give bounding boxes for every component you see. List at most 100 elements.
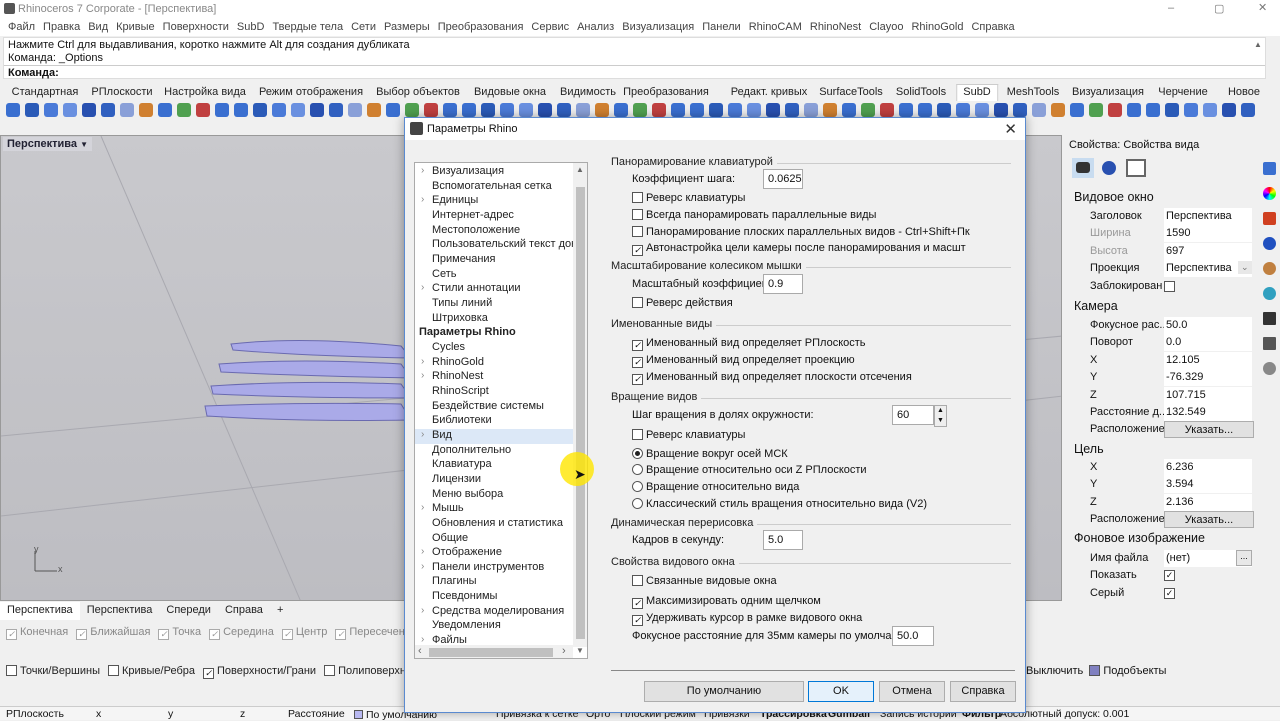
checkbox[interactable] [324, 665, 336, 676]
close-window-button[interactable]: ✕ [1258, 1, 1267, 14]
checkbox-option[interactable]: Реверс клавиатуры [632, 192, 745, 204]
toolbar-tool-icon[interactable] [652, 103, 666, 117]
toolbar-tool-icon[interactable] [614, 103, 628, 117]
toolbar-tool-icon[interactable] [842, 103, 856, 117]
toolbar-tool-icon[interactable] [329, 103, 343, 117]
radio-option[interactable]: Вращение относительно вида [632, 481, 799, 493]
menu-item[interactable]: Файл [4, 18, 39, 36]
toolbar-tab[interactable]: Режим отображения [259, 86, 363, 98]
viewport-title[interactable]: Перспектива ▼ [3, 137, 92, 151]
filter-item[interactable]: Кривые/Ребра [108, 665, 195, 679]
radio-option[interactable]: Классический стиль вращения относительно… [632, 498, 927, 510]
toolbar-tool-icon[interactable] [861, 103, 875, 117]
viewport-tab[interactable]: Спереди [159, 602, 218, 620]
toolbar-tab[interactable]: Визуализация [1072, 86, 1144, 98]
minimize-button[interactable]: – [1168, 2, 1174, 14]
browse-button[interactable]: ... [1236, 550, 1252, 566]
toolbar-tool-icon[interactable] [253, 103, 267, 117]
toolbar-tool-icon[interactable] [690, 103, 704, 117]
filter-item[interactable]: Точки/Вершины [6, 665, 100, 679]
toolbar-tool-icon[interactable] [462, 103, 476, 117]
checkbox[interactable] [632, 575, 643, 586]
toolbar-tab[interactable]: SurfaceTools [819, 86, 883, 98]
toolbar-tool-icon[interactable] [671, 103, 685, 117]
chevron-right-icon[interactable]: › [421, 634, 424, 645]
scroll-down-icon[interactable]: ▼ [576, 646, 584, 655]
toolbar-tool-icon[interactable] [1146, 103, 1160, 117]
tree-item[interactable]: Библиотеки [415, 414, 573, 429]
dropdown-arrow-icon[interactable]: ⌄ [1238, 261, 1252, 275]
toolbar-tool-icon[interactable] [1070, 103, 1084, 117]
toolbar-tab[interactable]: MeshTools [1007, 86, 1060, 98]
checkbox[interactable]: ✓ [203, 668, 214, 679]
toolbar-tool-icon[interactable] [25, 103, 39, 117]
toolbar-tool-icon[interactable] [1089, 103, 1103, 117]
toolbar-tool-icon[interactable] [747, 103, 761, 117]
menu-item[interactable]: Преобразования [434, 18, 528, 36]
toolbar-tool-icon[interactable] [1013, 103, 1027, 117]
tree-hscroll-thumb[interactable] [429, 648, 553, 657]
menu-item[interactable]: Размеры [380, 18, 434, 36]
toolbar-tab[interactable]: РПлоскости [91, 86, 152, 98]
status-cplane[interactable]: РПлоскость [6, 708, 64, 720]
osnap-item[interactable]: ✓ Центр [281, 626, 327, 640]
checkbox-option[interactable]: Всегда панорамировать параллельные виды [632, 209, 876, 221]
toolbar-tool-icon[interactable] [1127, 103, 1141, 117]
checkbox[interactable]: ✓ [281, 629, 293, 640]
osnap-item[interactable]: ✓ Середина [209, 626, 274, 640]
toolbar-tool-icon[interactable] [956, 103, 970, 117]
property-value[interactable]: 0.0 [1164, 334, 1252, 352]
property-checkbox[interactable]: ✓ [1164, 587, 1175, 599]
property-value[interactable]: 6.236 [1164, 459, 1252, 476]
rhino-tab-icon[interactable] [1263, 337, 1276, 350]
property-checkbox[interactable]: ✓ [1164, 570, 1175, 582]
toolbar-tab[interactable]: Преобразования [623, 86, 709, 98]
toolbar-tool-icon[interactable] [1032, 103, 1046, 117]
display-tab-icon[interactable] [1263, 312, 1276, 325]
toolbar-tool-icon[interactable] [785, 103, 799, 117]
radio-button[interactable] [632, 498, 643, 509]
toolbar-tab[interactable]: Видовые окна [474, 86, 546, 98]
tree-item[interactable]: › Файлы [415, 634, 573, 649]
menu-item[interactable]: Поверхности [159, 18, 233, 36]
checkbox[interactable]: ✓ [76, 629, 88, 640]
property-button[interactable]: Указать... [1164, 511, 1254, 529]
toolbar-tool-icon[interactable] [310, 103, 324, 117]
toolbar-tool-icon[interactable] [804, 103, 818, 117]
toolbar-tab[interactable]: Редакт. кривых [731, 86, 807, 98]
chevron-right-icon[interactable]: › [421, 546, 424, 557]
number-input[interactable]: 0.9 [763, 274, 803, 294]
tree-item[interactable]: › Вид [415, 428, 573, 444]
toolbar-tool-icon[interactable] [6, 103, 20, 117]
ok-button[interactable]: OK [808, 681, 874, 702]
number-input[interactable]: 0.0625 [763, 169, 803, 189]
menu-item[interactable]: Сервис [527, 18, 573, 36]
osnap-item[interactable]: ✓ Точка [158, 626, 201, 640]
toolbar-tool-icon[interactable] [139, 103, 153, 117]
menu-item[interactable]: RhinoNest [806, 18, 865, 36]
tree-item[interactable]: › Средства моделирования [415, 605, 573, 620]
toolbar-tool-icon[interactable] [1165, 103, 1179, 117]
chevron-right-icon[interactable]: › [421, 370, 424, 381]
property-value[interactable]: -76.329 [1164, 369, 1252, 387]
tree-item[interactable]: Дополнительно [415, 444, 573, 459]
checkbox[interactable]: ✓ [209, 629, 221, 640]
radio-button[interactable] [632, 448, 643, 459]
defaults-button[interactable]: По умолчанию [644, 681, 804, 702]
tree-item[interactable]: Лицензии [415, 473, 573, 488]
viewport-tab[interactable]: + [270, 602, 290, 620]
checkbox[interactable]: ✓ [632, 615, 643, 626]
toolbar-tool-icon[interactable] [82, 103, 96, 117]
chevron-right-icon[interactable]: › [421, 165, 424, 176]
checkbox[interactable] [6, 665, 17, 676]
toolbar-tab[interactable]: Выбор объектов [376, 86, 460, 98]
tree-item[interactable]: › RhinoGold [415, 356, 573, 371]
render-tab-icon[interactable] [1263, 237, 1276, 250]
toolbar-tool-icon[interactable] [1241, 103, 1255, 117]
toolbar-tab[interactable]: SolidTools [896, 86, 946, 98]
property-value[interactable]: 3.594 [1164, 476, 1252, 494]
radio-button[interactable] [632, 464, 643, 475]
toolbar-tool-icon[interactable] [63, 103, 77, 117]
menu-item[interactable]: RhinoGold [907, 18, 967, 36]
close-icon[interactable]: ✕ [1004, 120, 1017, 138]
